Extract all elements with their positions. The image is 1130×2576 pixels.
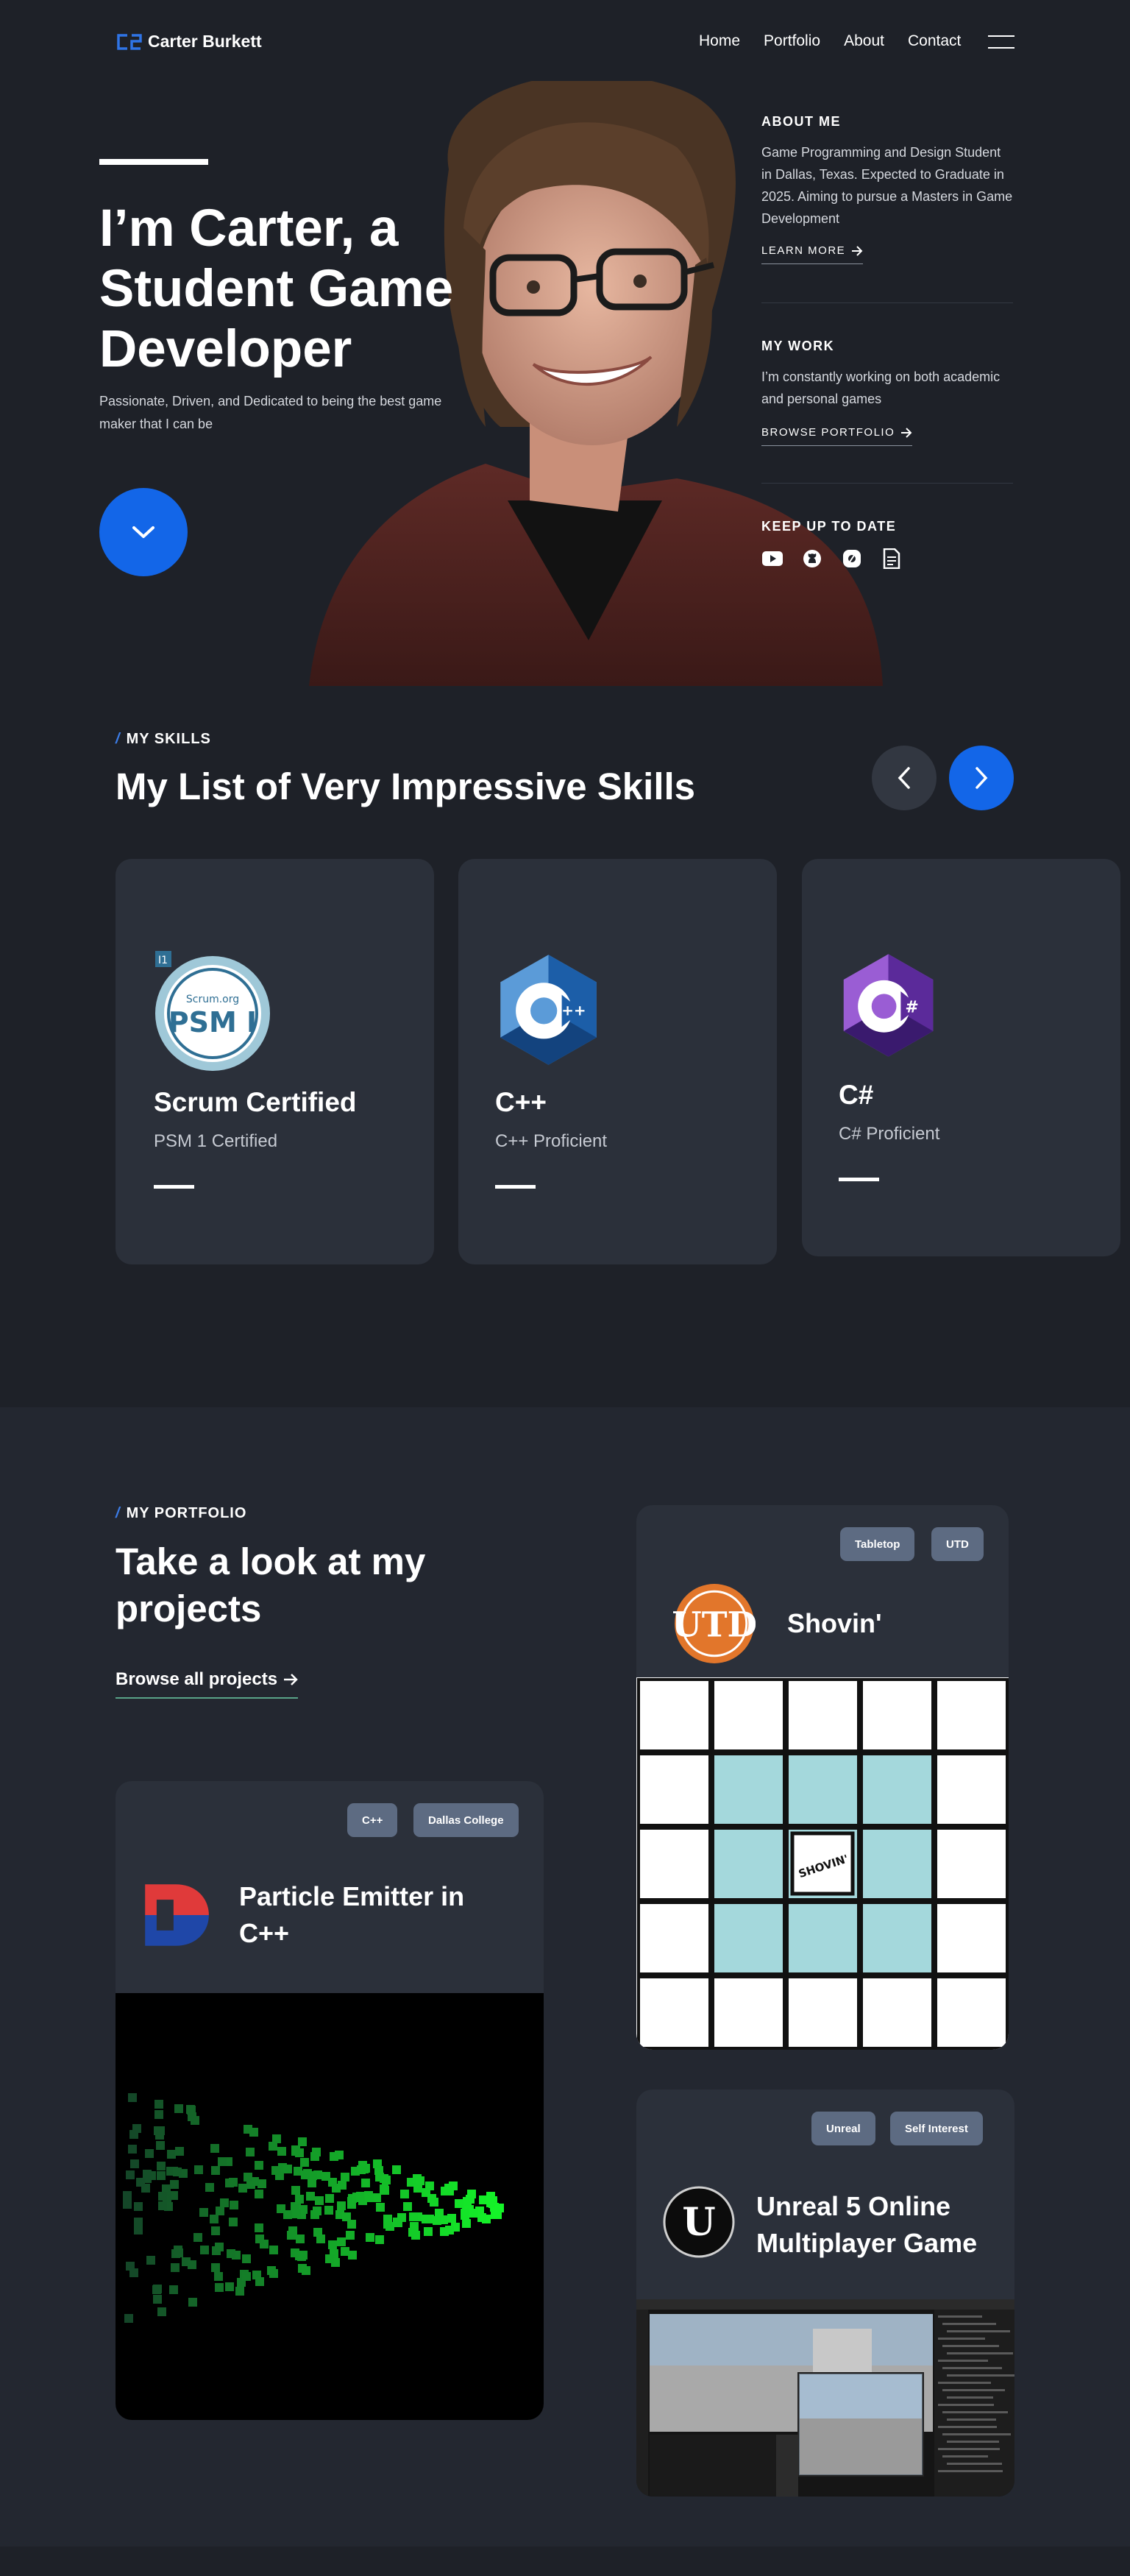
arrow-right-icon: [284, 1674, 298, 1685]
hero-subtitle: Passionate, Driven, and Dedicated to bei…: [99, 394, 442, 431]
logo-link[interactable]: Carter Burkett: [116, 32, 262, 52]
svg-text:#: #: [905, 999, 918, 1017]
logo-mark-icon: [117, 33, 142, 50]
portfolio-title: Take a look at my projects: [116, 1540, 426, 1630]
browse-portfolio-link[interactable]: BROWSE PORTFOLIO: [761, 426, 913, 446]
scroll-down-button[interactable]: [99, 488, 188, 576]
learn-more-link[interactable]: LEARN MORE: [761, 244, 864, 264]
svg-text:Scrum.org: Scrum.org: [186, 994, 239, 1005]
hashnode-icon[interactable]: [841, 548, 863, 570]
social-heading: KEEP UP TO DATE: [761, 519, 897, 534]
unreal-logo: U: [663, 2186, 735, 2258]
skills-prev-button[interactable]: [872, 746, 937, 810]
skill-card-cpp[interactable]: ++ C++ C++ Proficient: [458, 859, 777, 1264]
work-heading: MY WORK: [761, 339, 835, 353]
work-text: I’m constantly working on both academic …: [761, 369, 1001, 406]
about-text: Game Programming and Design Student in D…: [761, 145, 1013, 226]
skill-underline: [495, 1185, 536, 1189]
skill-underline: [154, 1185, 194, 1189]
browse-all-projects-label: Browse all projects: [116, 1669, 278, 1689]
scrum-psm-badge-icon: I1 Scrum.org PSM I: [155, 951, 270, 1071]
csharp-logo-icon: #: [843, 954, 934, 1057]
menu-line-top: [988, 35, 1014, 37]
footer-strip: [0, 2547, 1130, 2576]
site-header: Carter Burkett Home Portfolio About Cont…: [0, 0, 1130, 87]
svg-text:UTD: UTD: [673, 1604, 756, 1645]
resume-icon[interactable]: [881, 548, 903, 570]
particle-emitter-preview-image: [116, 1993, 544, 2420]
cpp-logo-icon: ++: [500, 955, 597, 1065]
browse-all-projects-link[interactable]: Browse all projects: [116, 1669, 299, 1699]
svg-text:PSM I: PSM I: [168, 1006, 257, 1038]
work-block: MY WORK I’m constantly working on both a…: [761, 303, 1013, 484]
arrow-right-icon: [901, 427, 912, 438]
project-tag[interactable]: Tabletop: [840, 1527, 915, 1561]
skills-title: My List of Very Impressive Skills: [116, 765, 696, 807]
project-tag[interactable]: Unreal: [811, 2112, 875, 2145]
nav-home[interactable]: Home: [699, 32, 740, 50]
eyebrow-slash: /: [116, 1505, 121, 1521]
skill-card-scrum[interactable]: I1 Scrum.org PSM I Scrum Certified PSM 1…: [116, 859, 434, 1264]
project-tag[interactable]: UTD: [931, 1527, 984, 1561]
hero-title: I’m Carter, a Student Game Developer: [99, 199, 454, 378]
utd-logo: UTD: [673, 1584, 756, 1663]
about-block: ABOUT ME Game Programming and Design Stu…: [761, 114, 1013, 303]
menu-line-bottom: [988, 47, 1014, 49]
nav-contact[interactable]: Contact: [908, 32, 961, 50]
chevron-left-icon: [898, 767, 910, 789]
project-card-particle-emitter[interactable]: C++ Dallas College Particle Emitter in C…: [116, 1781, 544, 2420]
project-title: Unreal 5 Online Multiplayer Game: [756, 2191, 978, 2258]
skill-desc: C# Proficient: [839, 1124, 940, 1144]
svg-text:U: U: [682, 2200, 715, 2245]
logo-text: Carter Burkett: [148, 32, 262, 51]
about-heading: ABOUT ME: [761, 114, 841, 129]
skill-name: C++: [495, 1087, 547, 1117]
project-tag[interactable]: Self Interest: [890, 2112, 983, 2145]
hero-accent-bar: [99, 159, 208, 165]
skill-card-csharp[interactable]: # C# C# Proficient: [802, 859, 1120, 1256]
skills-eyebrow: / MY SKILLS: [116, 731, 211, 748]
project-title: Shovin': [787, 1608, 882, 1638]
learn-more-label: LEARN MORE: [761, 244, 846, 257]
portfolio-eyebrow: / MY PORTFOLIO: [116, 1505, 246, 1522]
svg-text:I1: I1: [158, 955, 168, 966]
dallas-college-logo: [145, 1884, 209, 1946]
youtube-icon[interactable]: [761, 548, 783, 570]
skill-name: Scrum Certified: [154, 1087, 357, 1117]
skills-next-button[interactable]: [949, 746, 1014, 810]
project-card-shovin[interactable]: Tabletop UTD UTD Shovin' SHOVIN': [636, 1505, 1009, 2050]
arrow-right-icon: [852, 245, 863, 256]
project-tag[interactable]: Dallas College: [413, 1803, 519, 1837]
skill-desc: PSM 1 Certified: [154, 1131, 278, 1151]
browse-portfolio-label: BROWSE PORTFOLIO: [761, 426, 895, 439]
skill-name: C#: [839, 1080, 874, 1110]
skill-underline: [839, 1178, 879, 1181]
project-card-unreal[interactable]: Unreal Self Interest U Unreal 5 Online M…: [636, 2090, 1014, 2497]
hero-section: I’m Carter, a Student Game Developer Pas…: [0, 0, 1130, 686]
social-block: KEEP UP TO DATE: [761, 484, 1013, 570]
unreal-editor-preview-image: [636, 2299, 1014, 2497]
project-title: Particle Emitter in C++: [239, 1881, 465, 1948]
skills-eyebrow-label: MY SKILLS: [126, 731, 211, 747]
project-tag[interactable]: C++: [347, 1803, 398, 1837]
menu-toggle-button[interactable]: [988, 34, 1014, 50]
skill-desc: C++ Proficient: [495, 1131, 608, 1151]
chevron-down-icon: [132, 526, 154, 538]
hero-sidebar: ABOUT ME Game Programming and Design Stu…: [761, 114, 1013, 570]
eyebrow-slash: /: [116, 731, 121, 747]
nav-about[interactable]: About: [844, 32, 884, 50]
portfolio-eyebrow-label: MY PORTFOLIO: [126, 1505, 247, 1521]
social-links: [761, 548, 1013, 570]
chevron-right-icon: [976, 767, 988, 789]
github-icon[interactable]: [801, 548, 823, 570]
main-nav: Home Portfolio About Contact: [699, 32, 984, 50]
shovin-board-preview-image: SHOVIN': [636, 1677, 1009, 2050]
nav-portfolio[interactable]: Portfolio: [764, 32, 820, 50]
svg-text:++: ++: [561, 1002, 586, 1019]
